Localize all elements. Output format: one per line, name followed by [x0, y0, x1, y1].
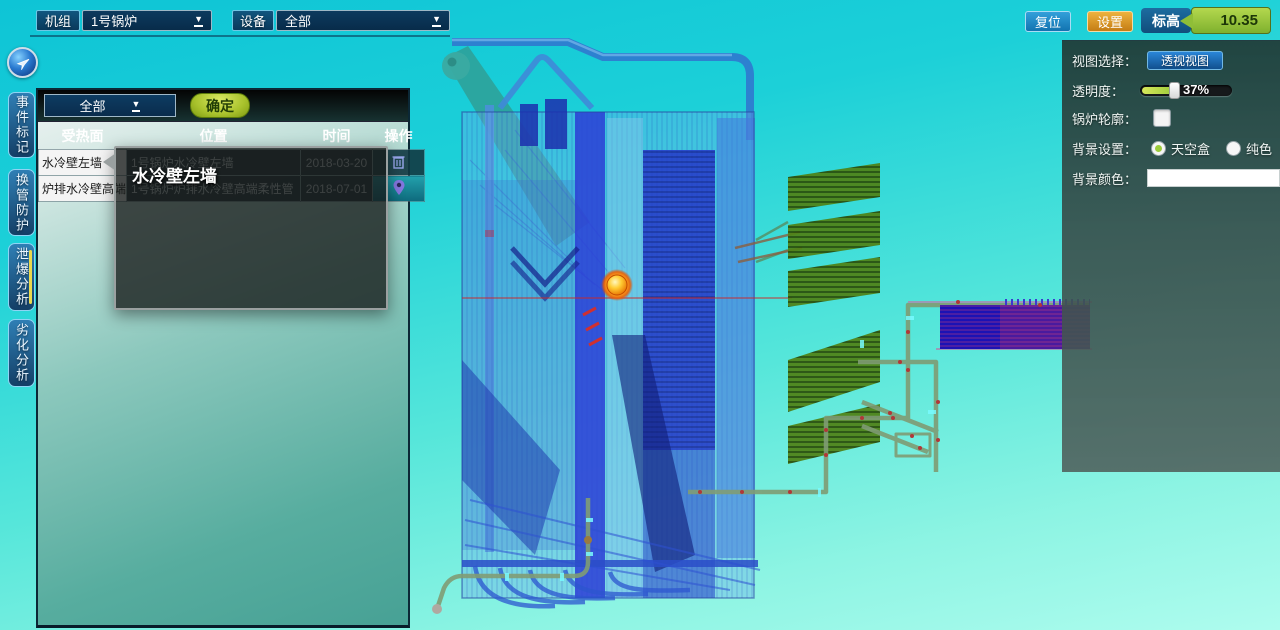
- radio-ring-icon: [1151, 141, 1166, 156]
- sidebar-tab-label: 事件标记: [12, 95, 31, 155]
- reset-button[interactable]: 复位: [1025, 11, 1071, 32]
- unit-dropdown-value: 1号锅炉: [91, 11, 137, 30]
- perspective-view-text: 透视视图: [1161, 52, 1209, 69]
- col-header-surface: 受热面: [39, 122, 127, 150]
- background-color-swatch[interactable]: [1147, 169, 1280, 187]
- boiler-body: [462, 57, 802, 606]
- outline-label: 锅炉轮廓：: [1072, 109, 1137, 128]
- boiler-outline-checkbox[interactable]: [1153, 109, 1171, 127]
- event-list-panel: 全部 ▼ 确定 受热面 位置 时间 操作 水冷壁左墙 1号锅炉水冷壁左墙 201…: [36, 88, 410, 628]
- device-label-text: 设备: [240, 11, 266, 30]
- view-settings-panel: 视图选择： 透视视图 透明度： 37% 锅炉轮廓： 背景设置： 天空盒 纯色 背…: [1062, 40, 1280, 472]
- event-filter-dropdown[interactable]: 全部 ▼: [44, 94, 176, 117]
- chevron-down-icon: ▼: [432, 15, 441, 27]
- solid-color-radio[interactable]: 纯色: [1226, 139, 1272, 158]
- event-filter-value: 全部: [80, 96, 106, 115]
- sidebar-tab-tube-protection[interactable]: 换管防护: [8, 169, 35, 236]
- pin-icon[interactable]: [392, 179, 406, 196]
- unit-dropdown[interactable]: 1号锅炉 ▼: [82, 10, 212, 31]
- elevation-value-badge: 10.35: [1191, 7, 1271, 34]
- surface-tooltip: 水冷壁左墙: [114, 146, 388, 310]
- toolbar-underline: [30, 35, 450, 37]
- background-color-row: 背景颜色：: [1072, 167, 1280, 189]
- back-button[interactable]: [7, 47, 38, 78]
- sidebar-tab-event-marks[interactable]: 事件标记: [8, 92, 35, 158]
- elevation-label-text: 标高: [1152, 11, 1180, 31]
- background-color-label: 背景颜色：: [1072, 169, 1137, 188]
- opacity-label: 透明度：: [1072, 81, 1124, 100]
- event-marker-orb[interactable]: [601, 269, 633, 301]
- sidebar-tab-label: 换管防护: [12, 173, 31, 233]
- unit-label: 机组: [36, 10, 80, 31]
- opacity-value: 37%: [1183, 82, 1209, 97]
- confirm-button-text: 确定: [206, 96, 234, 116]
- skybox-radio[interactable]: 天空盒: [1151, 139, 1210, 158]
- pipe-end-cap: [432, 604, 442, 614]
- device-dropdown-value: 全部: [285, 11, 311, 30]
- opacity-slider[interactable]: 37%: [1140, 85, 1232, 96]
- main-3d-viewport[interactable]: 机组 1号锅炉 ▼ 设备 全部 ▼ 复位 设置 标高 10.35 事件标记 换管…: [0, 0, 1280, 630]
- chevron-down-icon: ▼: [194, 15, 203, 27]
- solid-color-radio-label: 纯色: [1246, 139, 1272, 158]
- view-select-label: 视图选择：: [1072, 51, 1137, 70]
- sidebar-tab-degradation-analysis[interactable]: 劣化分析: [8, 319, 35, 387]
- active-tab-indicator: [29, 250, 32, 304]
- device-label: 设备: [232, 10, 274, 31]
- confirm-button[interactable]: 确定: [190, 93, 250, 118]
- opacity-row: 透明度： 37%: [1072, 79, 1232, 101]
- unit-label-text: 机组: [45, 11, 71, 30]
- perspective-view-button[interactable]: 透视视图: [1147, 51, 1223, 70]
- opacity-slider-handle[interactable]: [1169, 82, 1180, 99]
- sidebar-tab-label: 劣化分析: [12, 323, 31, 383]
- view-select-row: 视图选择： 透视视图: [1072, 49, 1223, 71]
- event-panel-header: 全部 ▼ 确定: [38, 90, 408, 122]
- radio-ring-icon: [1226, 141, 1241, 156]
- reset-button-text: 复位: [1035, 12, 1061, 31]
- settings-button[interactable]: 设置: [1087, 11, 1133, 32]
- skybox-radio-label: 天空盒: [1171, 139, 1210, 158]
- sidebar-tab-explosion-analysis[interactable]: 泄爆分析: [8, 243, 35, 311]
- trash-icon[interactable]: [391, 153, 406, 170]
- back-arrow-icon: [14, 54, 32, 72]
- outline-row: 锅炉轮廓：: [1072, 107, 1171, 129]
- elevation-value-text: 10.35: [1220, 12, 1258, 29]
- device-dropdown[interactable]: 全部 ▼: [276, 10, 450, 31]
- radio-dot-icon: [1155, 145, 1162, 152]
- background-mode-label: 背景设置：: [1072, 139, 1137, 158]
- pipe-joint: [584, 536, 592, 544]
- chevron-down-icon: ▼: [132, 100, 141, 112]
- background-mode-row: 背景设置： 天空盒 纯色: [1072, 137, 1272, 159]
- settings-button-text: 设置: [1097, 12, 1123, 31]
- tooltip-text: 水冷壁左墙: [116, 148, 386, 187]
